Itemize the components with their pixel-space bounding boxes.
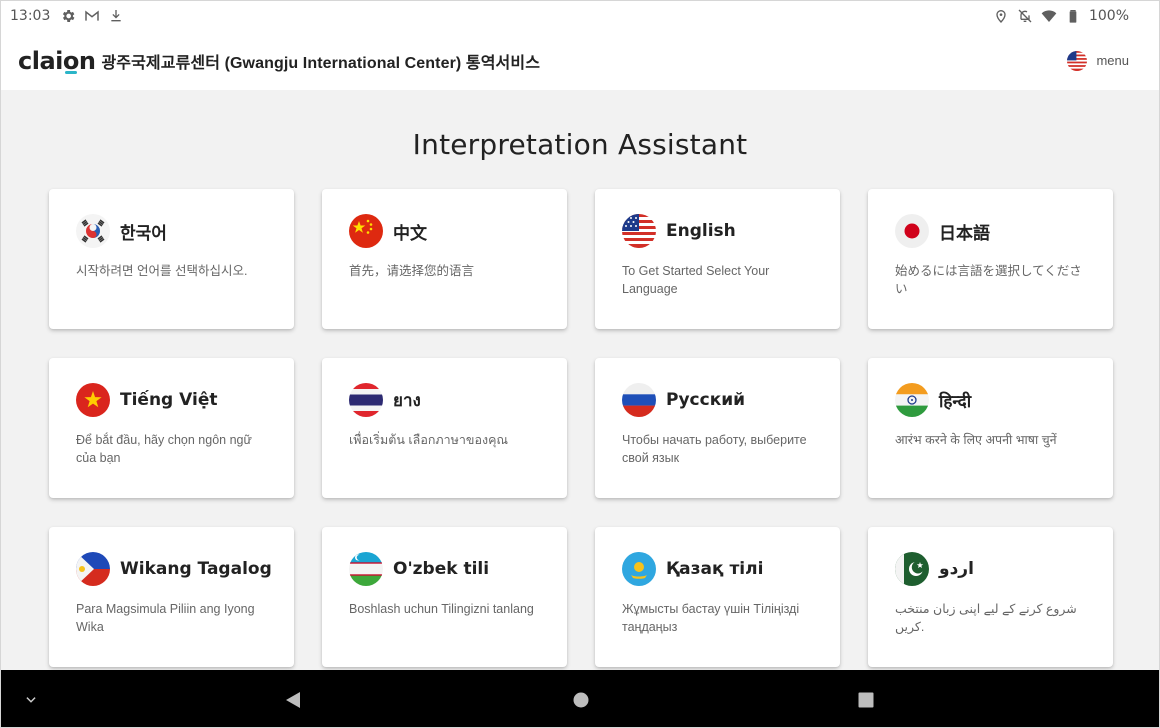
language-name: English xyxy=(666,221,736,241)
language-card-vietnamese[interactable]: Tiếng Việt Để bắt đầu, hãy chọn ngôn ngữ… xyxy=(49,358,294,498)
language-prompt: 始めるには言語を選択してください xyxy=(895,264,1082,296)
language-prompt: Чтобы начать работу, выберите свой язык xyxy=(622,433,807,465)
language-name: हिन्दी xyxy=(939,391,972,412)
language-card-japanese[interactable]: 日本語 始めるには言語を選択してください xyxy=(868,189,1113,329)
language-name: Tiếng Việt xyxy=(120,390,218,410)
pakistan-flag-icon xyxy=(895,552,929,586)
language-grid: 한국어 시작하려면 언어를 선택하십시오. 中文 首先，请选择您的语言 Engl… xyxy=(49,189,1113,667)
language-prompt: شروع کرنے کے لیے اپنی زبان منتخب کریں. xyxy=(895,602,1077,634)
language-prompt: 시작하려면 언어를 선택하십시오. xyxy=(76,264,248,278)
language-name: اردو xyxy=(939,559,974,579)
battery-icon xyxy=(1065,8,1081,24)
russia-flag-icon xyxy=(622,383,656,417)
status-bar: 13:03 100% xyxy=(1,1,1159,31)
language-card-tagalog[interactable]: Wikang Tagalog Para Magsimula Piliin ang… xyxy=(49,527,294,667)
language-prompt: Boshlash uchun Tilingizni tanlang xyxy=(349,602,534,616)
language-card-thai[interactable]: ยาง เพื่อเริ่มต้น เลือกภาษาของคุณ xyxy=(322,358,567,498)
language-name: O'zbek tili xyxy=(393,559,490,579)
menu-button[interactable]: menu xyxy=(1067,50,1129,71)
header-title: 광주국제교류센터 (Gwangju International Center) … xyxy=(101,54,541,72)
battery-level: 100% xyxy=(1088,8,1129,24)
status-time: 13:03 xyxy=(10,8,51,24)
language-prompt: 首先，请选择您的语言 xyxy=(349,264,475,278)
brand: claion 광주국제교류센터 (Gwangju International C… xyxy=(18,49,540,73)
language-card-uzbek[interactable]: O'zbek tili Boshlash uchun Tilingizni ta… xyxy=(322,527,567,667)
vietnam-flag-icon xyxy=(76,383,110,417)
india-flag-icon xyxy=(895,383,929,417)
language-name: Қазақ тілі xyxy=(666,559,764,579)
app-header: claion 광주국제교류센터 (Gwangju International C… xyxy=(1,31,1159,90)
language-card-chinese[interactable]: 中文 首先，请选择您的语言 xyxy=(322,189,567,329)
china-flag-icon xyxy=(349,214,383,248)
home-icon[interactable] xyxy=(551,670,611,727)
main-content: Interpretation Assistant 한국어 시작하려면 언어를 선… xyxy=(1,90,1159,670)
language-card-russian[interactable]: Русский Чтобы начать работу, выберите св… xyxy=(595,358,840,498)
language-prompt: Para Magsimula Piliin ang Iyong Wika xyxy=(76,602,255,634)
language-name: 中文 xyxy=(393,223,427,244)
kazakhstan-flag-icon xyxy=(622,552,656,586)
language-card-hindi[interactable]: हिन्दी आरंभ करने के लिए अपनी भाषा चुनें xyxy=(868,358,1113,498)
notifications-off-icon xyxy=(1017,8,1033,24)
page-title: Interpretation Assistant xyxy=(412,128,748,161)
korea-flag-icon xyxy=(76,214,110,248)
language-prompt: Жұмысты бастау үшін Тіліңізді таңдаңыз xyxy=(622,602,800,634)
language-name: Русский xyxy=(666,390,746,410)
language-card-english[interactable]: English To Get Started Select Your Langu… xyxy=(595,189,840,329)
language-card-korean[interactable]: 한국어 시작하려면 언어를 선택하십시오. xyxy=(49,189,294,329)
language-name: ยาง xyxy=(393,390,421,411)
download-icon xyxy=(108,8,124,24)
menu-label: menu xyxy=(1096,53,1129,68)
gmail-icon xyxy=(84,8,100,24)
wifi-icon xyxy=(1041,8,1057,24)
usa-flag-icon xyxy=(622,214,656,248)
language-card-kazakh[interactable]: Қазақ тілі Жұмысты бастау үшін Тіліңізді… xyxy=(595,527,840,667)
language-prompt: Để bắt đầu, hãy chọn ngôn ngữ của bạn xyxy=(76,433,252,465)
usa-flag-icon xyxy=(1067,50,1088,71)
language-card-urdu[interactable]: اردو شروع کرنے کے لیے اپنی زبان منتخب کر… xyxy=(868,527,1113,667)
language-name: Wikang Tagalog xyxy=(120,559,272,579)
uzbekistan-flag-icon xyxy=(349,552,383,586)
language-name: 日本語 xyxy=(939,223,990,244)
language-name: 한국어 xyxy=(120,223,167,244)
chevron-down-icon[interactable] xyxy=(1,670,61,727)
navigation-bar xyxy=(1,670,1159,727)
recents-icon[interactable] xyxy=(836,670,896,727)
thailand-flag-icon xyxy=(349,383,383,417)
japan-flag-icon xyxy=(895,214,929,248)
location-icon xyxy=(993,8,1009,24)
philippines-flag-icon xyxy=(76,552,110,586)
language-prompt: आरंभ करने के लिए अपनी भाषा चुनें xyxy=(895,433,1057,447)
claion-logo[interactable]: claion xyxy=(18,49,96,73)
gear-icon xyxy=(60,8,76,24)
language-prompt: To Get Started Select Your Language xyxy=(622,264,770,296)
language-prompt: เพื่อเริ่มต้น เลือกภาษาของคุณ xyxy=(349,433,509,447)
app-window: 13:03 100% claion 광주국제교류센터 (Gwangju Inte… xyxy=(0,0,1160,728)
back-icon[interactable] xyxy=(263,670,323,727)
